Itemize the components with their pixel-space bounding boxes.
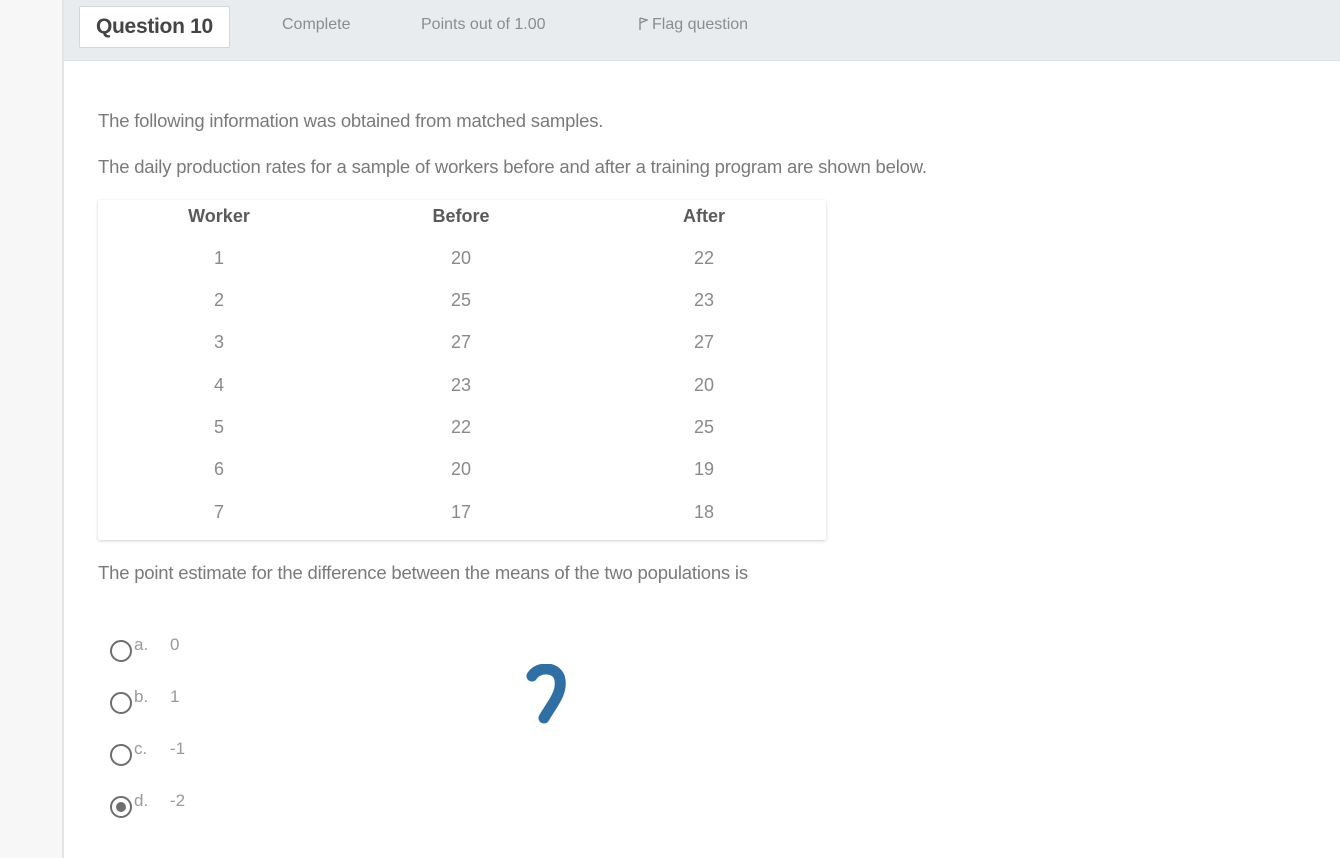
table-cell: 6 xyxy=(213,459,224,479)
left-rail xyxy=(0,0,64,858)
table-cell: 20 xyxy=(693,375,715,395)
table-cell: 19 xyxy=(693,459,715,479)
question-grade: Points out of 1.00 xyxy=(421,16,546,33)
option-text: -2 xyxy=(170,791,186,810)
option-text: -1 xyxy=(170,739,186,758)
option-letter: a. xyxy=(134,635,149,654)
question-number: Question 10 xyxy=(79,6,230,48)
col-header-worker: Worker xyxy=(188,206,250,226)
table-cell: 20 xyxy=(450,459,472,479)
option-letter: b. xyxy=(134,687,149,706)
intro-line-2: The daily production rates for a sample … xyxy=(98,156,927,177)
table-cell: 23 xyxy=(693,290,715,310)
table-cell: 23 xyxy=(450,375,472,395)
option-letter: d. xyxy=(134,791,149,810)
option-letter: c. xyxy=(134,739,148,758)
table-cell: 17 xyxy=(450,502,472,522)
table-cell: 4 xyxy=(213,375,224,395)
radio-button-c[interactable] xyxy=(110,744,132,766)
table-cell: 1 xyxy=(213,248,224,268)
option-text: 0 xyxy=(170,635,180,654)
table-cell: 2 xyxy=(213,290,224,310)
answer-option-a[interactable]: a. 0 xyxy=(110,635,180,666)
table-cell: 22 xyxy=(693,248,715,268)
col-header-before: Before xyxy=(432,206,490,226)
answer-option-b[interactable]: b. 1 xyxy=(110,687,180,718)
radio-button-a[interactable] xyxy=(110,640,132,662)
flag-question-label: Flag question xyxy=(652,16,749,33)
annotation-mark xyxy=(526,664,566,724)
table-cell: 27 xyxy=(693,332,715,352)
col-header-after: After xyxy=(682,206,725,226)
table-cell: 27 xyxy=(450,332,472,352)
table-cell: 3 xyxy=(213,332,224,352)
radio-button-d[interactable] xyxy=(110,796,132,818)
table-cell: 18 xyxy=(693,502,715,522)
question-info-bar: Question 10 Complete Points out of 1.00 … xyxy=(64,0,1340,61)
table-cell: 22 xyxy=(450,417,472,437)
flag-icon xyxy=(639,17,648,30)
radio-button-b[interactable] xyxy=(110,692,132,714)
table-cell: 20 xyxy=(450,248,472,268)
question-state: Complete xyxy=(282,16,351,33)
table-cell: 25 xyxy=(693,417,715,437)
data-table: Worker Before After 1 20 22 2 25 23 3 27… xyxy=(98,200,826,540)
intro-line-1: The following information was obtained f… xyxy=(98,110,604,131)
answer-option-c[interactable]: c. -1 xyxy=(110,739,186,770)
table-cell: 25 xyxy=(450,290,472,310)
table-cell: 5 xyxy=(213,417,224,437)
table-cell: 7 xyxy=(213,502,224,522)
question-prompt: The point estimate for the difference be… xyxy=(98,562,748,583)
answer-option-d[interactable]: d. -2 xyxy=(110,791,186,822)
flag-question-link[interactable]: Flag question xyxy=(638,16,748,34)
option-text: 1 xyxy=(170,687,180,706)
